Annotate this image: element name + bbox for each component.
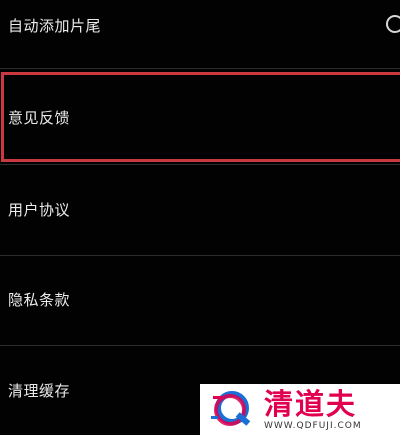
settings-item-privacy-terms[interactable]: 隐私条款 xyxy=(0,262,400,336)
settings-item-label: 清理缓存 xyxy=(8,381,71,400)
watermark-logo: 清道夫 WWW.QDFUJI.COM xyxy=(200,384,400,435)
settings-item-label: 隐私条款 xyxy=(8,290,71,309)
divider xyxy=(0,164,400,165)
divider xyxy=(0,345,400,346)
settings-item-label: 用户协议 xyxy=(8,200,71,219)
settings-item-user-agreement[interactable]: 用户协议 xyxy=(0,172,400,246)
settings-item-auto-add-ending[interactable]: 自动添加片尾 xyxy=(0,2,400,48)
divider xyxy=(0,255,400,256)
settings-item-label: 意见反馈 xyxy=(8,108,71,127)
watermark-title: 清道夫 xyxy=(264,387,358,421)
settings-item-label: 自动添加片尾 xyxy=(8,16,102,35)
watermark-text: 清道夫 WWW.QDFUJI.COM xyxy=(264,387,362,432)
q-logo-icon xyxy=(210,386,258,434)
radio-toggle-icon[interactable] xyxy=(386,15,400,33)
watermark-url: WWW.QDFUJI.COM xyxy=(264,421,362,431)
settings-screen: 自动添加片尾 意见反馈 用户协议 隐私条款 清理缓存 清道夫 WWW.QDFUJ… xyxy=(0,0,400,435)
settings-item-feedback[interactable]: 意见反馈 xyxy=(0,72,400,162)
divider xyxy=(0,68,400,69)
